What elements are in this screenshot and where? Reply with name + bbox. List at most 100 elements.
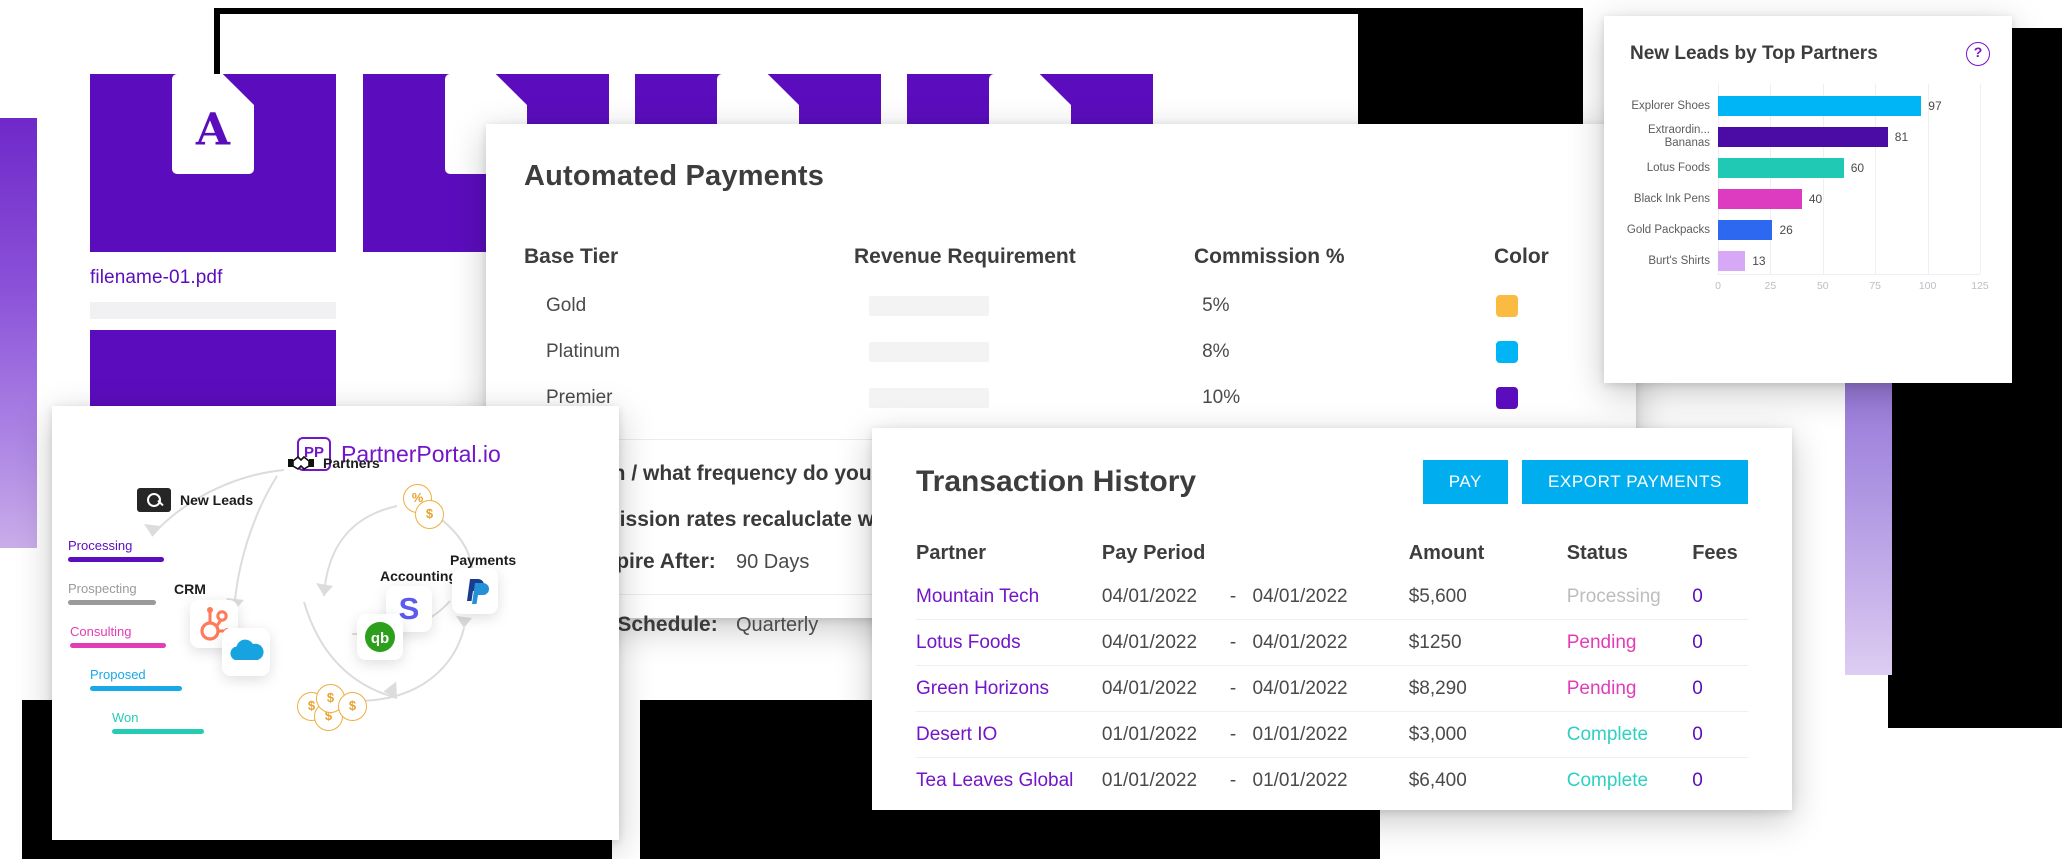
- table-row[interactable]: Platinum 8%: [524, 329, 1584, 375]
- partner-link[interactable]: Desert IO: [916, 724, 1102, 746]
- tier-name: Gold: [546, 295, 587, 316]
- period-start: 04/01/2022: [1101, 631, 1198, 653]
- commission-value: 10%: [1202, 387, 1241, 408]
- fees-value: 0: [1692, 723, 1703, 745]
- stage-consulting[interactable]: Consulting: [70, 624, 204, 648]
- file-tile[interactable]: A filename-01.pdf: [90, 35, 336, 349]
- stage-bar: [68, 600, 156, 605]
- help-circle-icon[interactable]: ?: [1966, 42, 1990, 66]
- period-dash: -: [1229, 723, 1237, 745]
- commission-value: 5%: [1202, 295, 1230, 316]
- bar-category-label: Lotus Foods: [1646, 161, 1710, 174]
- tier-color-swatch[interactable]: [1495, 295, 1584, 317]
- stage-processing[interactable]: Processing: [68, 538, 204, 562]
- bar-value-label: 13: [1752, 254, 1766, 268]
- partner-link[interactable]: Mountain Tech: [916, 586, 1102, 608]
- col-color: Color: [1494, 245, 1549, 268]
- revenue-input[interactable]: [869, 296, 1202, 316]
- partner-link[interactable]: Lotus Foods: [916, 632, 1102, 654]
- plot-area: Explorer Shoes 97 Extraordin... Bananas …: [1627, 84, 1981, 274]
- pdf-file-icon: A: [172, 74, 254, 174]
- revenue-input[interactable]: [869, 388, 1202, 408]
- payment-schedule-value[interactable]: Quarterly: [736, 614, 818, 637]
- coin-dollar-icon: $: [415, 500, 444, 529]
- export-payments-button[interactable]: EXPORT PAYMENTS: [1521, 460, 1748, 504]
- period-dash: -: [1229, 585, 1237, 607]
- table-row[interactable]: Mountain Tech 04/01/2022 - 04/01/2022 $5…: [916, 574, 1748, 619]
- x-tick: 50: [1816, 280, 1829, 292]
- bar-value-label: 97: [1928, 99, 1942, 113]
- bar: [1718, 127, 1888, 147]
- file-name-label[interactable]: filename-01.pdf: [90, 267, 336, 289]
- paypal-icon[interactable]: [452, 568, 498, 614]
- period-start: 01/01/2022: [1101, 723, 1198, 745]
- col-revenue-requirement: Revenue Requirement: [854, 245, 1076, 268]
- col-amount: Amount: [1408, 541, 1485, 564]
- quickbooks-icon[interactable]: qb: [357, 614, 403, 660]
- revenue-input[interactable]: [869, 342, 1202, 362]
- chart-header: New Leads by Top Partners ?: [1604, 16, 2012, 66]
- period-start: 01/01/2022: [1101, 769, 1198, 791]
- bar-row[interactable]: Explorer Shoes 97: [1631, 96, 1980, 116]
- bar-category-label: Explorer Shoes: [1631, 99, 1710, 112]
- table-row[interactable]: Desert IO 01/01/2022 - 01/01/2022 $3,000…: [916, 712, 1748, 757]
- bar-value-label: 60: [1850, 161, 1865, 175]
- search-icon: [137, 488, 171, 512]
- table-row[interactable]: Lotus Foods 04/01/2022 - 04/01/2022 $125…: [916, 620, 1748, 665]
- period-end: 04/01/2022: [1252, 585, 1348, 607]
- pay-button[interactable]: PAY: [1422, 460, 1508, 504]
- partner-link[interactable]: Tea Leaves Global: [916, 770, 1102, 792]
- bar-row[interactable]: Gold Packpacks 26: [1627, 220, 1980, 240]
- tier-color-swatch[interactable]: [1495, 341, 1584, 363]
- bar-row[interactable]: Burt's Shirts 13: [1648, 251, 1980, 271]
- stage-label: Processing: [68, 538, 133, 553]
- transaction-history-card: Transaction History PAY EXPORT PAYMENTS …: [872, 428, 1792, 810]
- stage-won[interactable]: Won: [112, 710, 204, 734]
- amount-value: $3,000: [1408, 723, 1467, 745]
- bar: [1718, 251, 1746, 271]
- bar-row[interactable]: Lotus Foods 60: [1647, 158, 1980, 178]
- node-partners[interactable]: Partners: [288, 454, 380, 472]
- amount-value: $1250: [1408, 631, 1462, 653]
- bar-row[interactable]: Extraordin... Bananas 81: [1648, 124, 1980, 149]
- svg-text:qb: qb: [371, 630, 389, 647]
- period-end: 01/01/2022: [1252, 723, 1348, 745]
- status-badge: Processing: [1566, 585, 1661, 607]
- bar: [1718, 189, 1802, 209]
- bar-category-label: Black Ink Pens: [1633, 192, 1710, 205]
- tier-name: Platinum: [546, 341, 620, 362]
- bar: [1718, 158, 1844, 178]
- salesforce-cloud-icon[interactable]: [222, 628, 270, 676]
- handshake-icon: [288, 455, 314, 471]
- x-tick: 75: [1869, 280, 1882, 292]
- stage-proposed[interactable]: Proposed: [90, 667, 204, 691]
- bar: [1718, 220, 1773, 240]
- table-row[interactable]: Green Horizons 04/01/2022 - 04/01/2022 $…: [916, 666, 1748, 711]
- screenshot-stage: A filename-01.pdf Automated Payments Bas…: [0, 0, 2062, 859]
- partner-link[interactable]: Green Horizons: [916, 678, 1102, 700]
- fees-value: 0: [1692, 585, 1703, 607]
- status-badge: Pending: [1566, 631, 1637, 653]
- tiers-table-body: Gold 5% Platinum 8% Premier 10%: [524, 283, 1584, 421]
- node-crm-label: CRM: [174, 581, 206, 597]
- period-end: 04/01/2022: [1252, 631, 1348, 653]
- tiers-table: Base Tier Revenue Requirement Commission…: [524, 231, 1584, 421]
- amount-value: $6,400: [1408, 769, 1467, 791]
- bar-value-label: 81: [1894, 130, 1909, 144]
- table-row[interactable]: Gold 5%: [524, 283, 1584, 329]
- period-end: 04/01/2022: [1252, 677, 1348, 699]
- transaction-history-title: Transaction History: [916, 465, 1197, 498]
- transactions-table-header: Partner Pay Period Amount Status Fees: [916, 532, 1748, 574]
- bar-category-label: Gold Packpacks: [1626, 223, 1710, 236]
- bar-row[interactable]: Black Ink Pens 40: [1634, 189, 1980, 209]
- tier-color-swatch[interactable]: [1495, 387, 1584, 409]
- status-badge: Pending: [1566, 677, 1637, 699]
- coin-dollar-icon: $: [338, 692, 367, 721]
- x-tick: 125: [1971, 280, 1989, 292]
- table-row[interactable]: Premier 10%: [524, 375, 1584, 421]
- commission-value: 8%: [1202, 341, 1230, 362]
- leads-expire-value[interactable]: 90 Days: [736, 551, 809, 574]
- x-tick: 0: [1715, 280, 1721, 292]
- table-row[interactable]: Tea Leaves Global 01/01/2022 - 01/01/202…: [916, 758, 1748, 803]
- node-new-leads[interactable]: New Leads: [137, 488, 253, 512]
